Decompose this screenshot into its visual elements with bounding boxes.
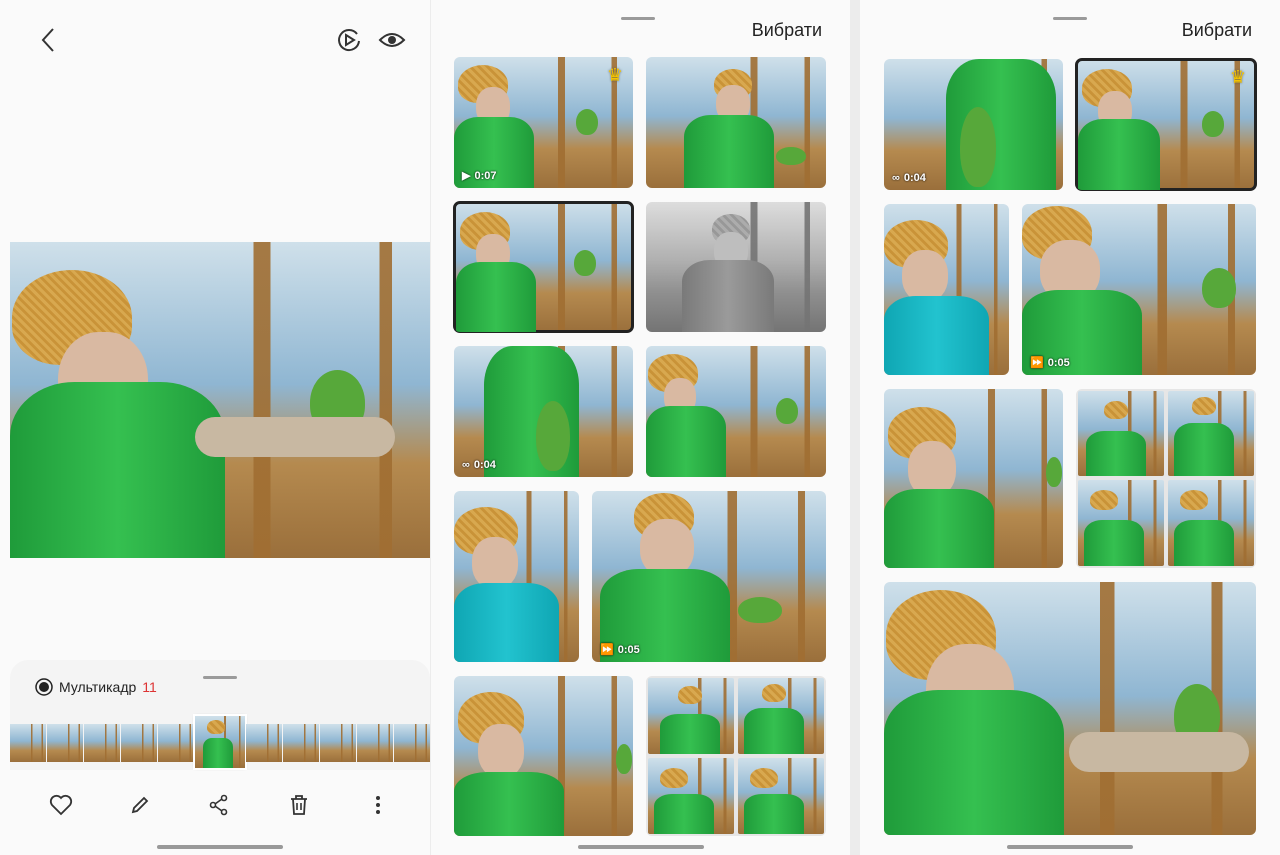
photo-viewer-panel: Мультикадр 11 <box>0 0 430 855</box>
video-duration: 0:07 <box>474 169 497 182</box>
sheet-handle[interactable] <box>1053 17 1087 20</box>
photo-tile-large[interactable] <box>884 582 1256 835</box>
fast-forward-icon: ⏩ <box>1030 357 1044 369</box>
motion-photo-icon[interactable] <box>334 25 364 55</box>
photo-tile-grid[interactable] <box>1076 389 1256 568</box>
nav-handle <box>157 845 283 849</box>
frame-thumb[interactable] <box>120 724 157 762</box>
select-button[interactable]: Вибрати <box>752 20 822 41</box>
trash-icon[interactable] <box>284 790 314 820</box>
collage-sheet-panel-2: Вибрати ∞ 0:04 ♛ ⏩ 0:05 <box>860 0 1280 855</box>
video-badge: ∞ 0:04 <box>462 459 496 471</box>
frame-thumb[interactable] <box>10 724 46 762</box>
photo-tile[interactable] <box>454 676 633 836</box>
photo-tile[interactable]: ♛ ▶ 0:07 <box>454 57 633 188</box>
frame-thumb[interactable] <box>46 724 83 762</box>
photo-tile[interactable] <box>646 346 826 477</box>
video-badge: ⏩ 0:05 <box>600 643 640 657</box>
frame-thumb[interactable] <box>246 724 283 762</box>
photo-tile[interactable] <box>646 57 826 188</box>
photo-tile-selected[interactable]: ♛ <box>1075 58 1257 191</box>
video-duration: 0:04 <box>903 172 926 184</box>
frame-thumb[interactable] <box>283 724 320 762</box>
photo-tile[interactable] <box>884 204 1009 375</box>
loop-icon: ∞ <box>892 172 900 184</box>
back-icon[interactable] <box>33 25 63 55</box>
video-duration: 0:04 <box>473 459 496 471</box>
crown-icon: ♛ <box>1229 67 1246 87</box>
multiframe-count: 11 <box>142 679 157 695</box>
photo-tile[interactable]: ∞ 0:04 <box>454 346 633 477</box>
frame-thumb-current[interactable] <box>192 714 248 770</box>
photo-tile[interactable]: ⏩ 0:05 <box>1022 204 1256 375</box>
video-badge: ⏩ 0:05 <box>1030 356 1070 370</box>
sheet-handle[interactable] <box>621 17 655 20</box>
main-photo[interactable] <box>10 242 430 558</box>
collage-sheet-panel-1: Вибрати ♛ ▶ 0:07 ∞ 0:04 ⏩ 0:05 <box>431 0 850 855</box>
photo-tile-grid[interactable] <box>646 676 826 836</box>
frame-thumb[interactable] <box>320 724 357 762</box>
frame-thumb[interactable] <box>394 724 430 762</box>
video-badge: ▶ 0:07 <box>462 169 497 183</box>
play-icon: ▶ <box>462 170 471 182</box>
multiframe-icon <box>35 678 53 696</box>
eye-icon[interactable] <box>377 25 407 55</box>
multiframe-header[interactable]: Мультикадр 11 <box>35 678 157 696</box>
photo-tile[interactable]: ∞ 0:04 <box>884 59 1063 190</box>
multiframe-sheet: Мультикадр 11 <box>10 660 430 770</box>
frame-thumb[interactable] <box>83 724 120 762</box>
crown-icon: ♛ <box>606 65 623 85</box>
photo-tile[interactable] <box>884 389 1063 568</box>
loop-icon: ∞ <box>462 459 470 471</box>
photo-tile-bw[interactable] <box>646 202 826 332</box>
photo-tile[interactable] <box>454 491 579 662</box>
share-icon[interactable] <box>204 790 234 820</box>
nav-handle <box>578 845 704 849</box>
frame-strip <box>10 714 430 770</box>
bottom-action-bar <box>0 780 430 830</box>
select-button[interactable]: Вибрати <box>1182 20 1252 41</box>
frame-thumb[interactable] <box>157 724 194 762</box>
frame-thumb[interactable] <box>357 724 394 762</box>
video-badge: ∞ 0:04 <box>892 172 926 184</box>
video-duration: 0:05 <box>617 643 640 656</box>
video-duration: 0:05 <box>1047 356 1070 369</box>
pencil-icon[interactable] <box>125 790 155 820</box>
photo-tile-selected[interactable] <box>453 201 634 333</box>
sheet-handle[interactable] <box>203 676 237 679</box>
heart-icon[interactable] <box>46 790 76 820</box>
fast-forward-icon: ⏩ <box>600 644 614 656</box>
more-icon[interactable] <box>363 790 393 820</box>
multiframe-label: Мультикадр <box>59 679 137 695</box>
nav-handle <box>1007 845 1133 849</box>
photo-tile[interactable]: ⏩ 0:05 <box>592 491 826 662</box>
